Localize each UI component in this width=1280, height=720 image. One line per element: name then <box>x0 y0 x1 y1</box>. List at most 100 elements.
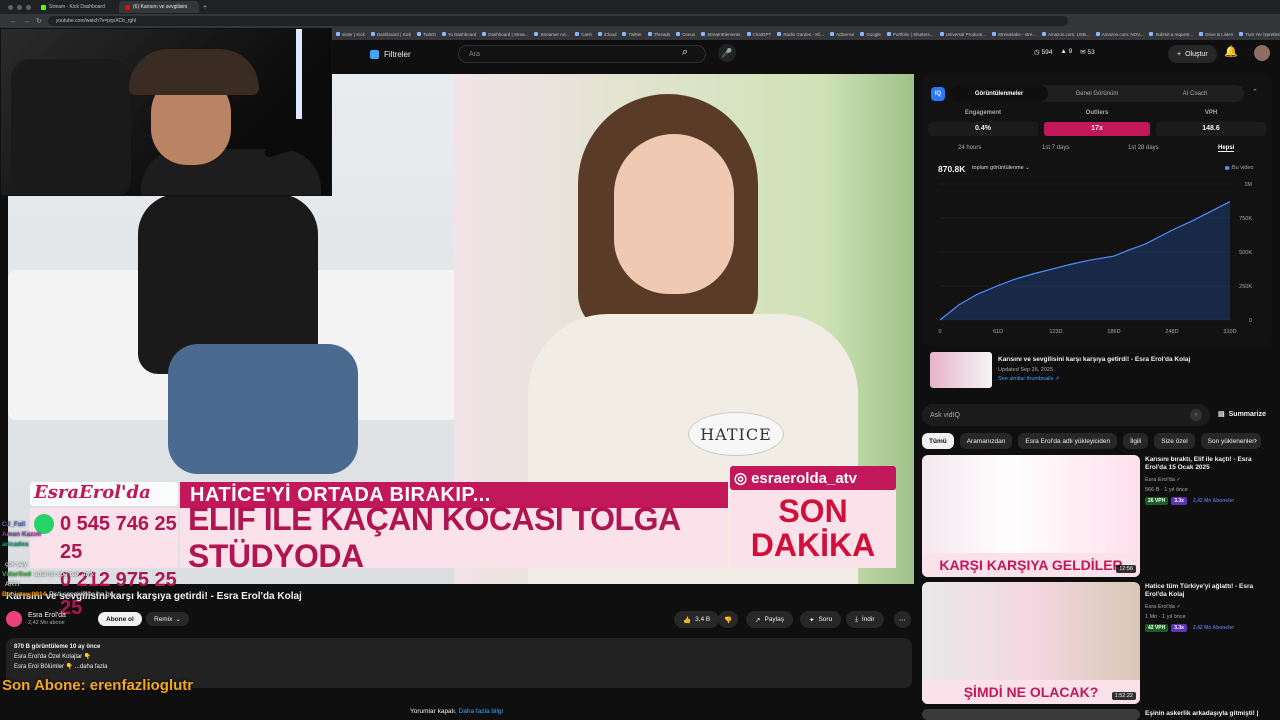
bookmark-item[interactable]: Portfolio | Shutters... <box>886 32 934 37</box>
like-button[interactable]: 👍 3,4 B <box>674 611 720 628</box>
reload-icon[interactable]: ↻ <box>36 17 42 25</box>
related-meta: 1 Mn · 1 yıl önce <box>1145 614 1186 620</box>
bookmark-item[interactable]: Drive & Listen <box>1199 32 1233 37</box>
range-all[interactable]: Hepsi <box>1218 145 1235 152</box>
bookmark-item[interactable]: Streamer Ad... <box>534 32 569 37</box>
filter-chip[interactable]: Son yüklenenler <box>1200 433 1262 449</box>
related-title[interactable]: Karısını bıraktı, Elif ile kaçtı! - Esra… <box>1145 456 1273 472</box>
forward-icon[interactable]: → <box>23 18 30 25</box>
bookmark-item[interactable]: ChatGPT <box>746 32 771 37</box>
bookmark-item[interactable]: Yo Dashboard <box>441 32 476 37</box>
more-info-link[interactable]: Daha fazla bilgi <box>459 708 503 715</box>
microphone-icon[interactable]: 🎤 <box>718 44 736 62</box>
related-thumbnail[interactable] <box>922 709 1140 720</box>
related-channel[interactable]: Esra Erol'da ✓ <box>1145 477 1181 483</box>
header-stats: ◷ 594 ▲ 9 ✉ 53 <box>1034 48 1095 56</box>
filter-chip[interactable]: Tümü <box>922 433 954 449</box>
channel-name[interactable]: Esra Erol'da <box>28 612 66 620</box>
bookmark-item[interactable]: Oceus <box>676 32 695 37</box>
bookmark-item[interactable]: Universal Producti... <box>939 32 986 37</box>
bookmark-favicon-icon <box>860 32 865 36</box>
download-label: İndir <box>861 616 875 623</box>
bookmark-item[interactable]: Dashboard | Strea... <box>482 32 528 37</box>
tab-ai-coach[interactable]: AI Coach <box>1146 85 1244 102</box>
bookmark-item[interactable]: Amazon.com: NOV... <box>1095 32 1143 37</box>
browser-tab-youtube[interactable]: (6) Karısını ve sevgilisini <box>119 1 199 13</box>
range-7d[interactable]: 1st 7 days <box>1042 145 1069 151</box>
bookmark-favicon-icon <box>830 32 835 36</box>
bookmark-item[interactable]: sister | Kick <box>336 32 365 37</box>
summarize-button[interactable]: ▤ Summarize <box>1218 410 1266 419</box>
search-icon[interactable]: ⌕ <box>682 46 688 59</box>
bookmark-label: Twitter <box>628 31 642 37</box>
guest-woman-face <box>614 134 734 294</box>
more-actions-icon[interactable]: ⋯ <box>894 611 911 628</box>
bookmark-label: Streamer Ad... <box>540 31 570 37</box>
related-thumbnail[interactable]: KARŞI KARŞIYA GELDİLER 12:56 <box>922 455 1140 577</box>
bookmark-item[interactable]: Twitch <box>417 32 436 37</box>
filter-chip[interactable]: Esra Erol'da adlı yükleyiciden <box>1018 433 1118 449</box>
channel-avatar[interactable] <box>6 611 22 627</box>
chevron-right-icon[interactable]: › <box>1254 435 1257 445</box>
bookmark-item[interactable]: iCloud <box>597 32 616 37</box>
share-button[interactable]: ↗ Paylaş <box>746 611 793 628</box>
bookmark-label: Amazon.com: USB... <box>1047 31 1090 37</box>
bookmark-item[interactable]: Twitter <box>622 31 642 37</box>
back-icon[interactable]: ← <box>10 18 17 25</box>
browser-tab-kick[interactable]: Stream - Kick Dashboard <box>35 1 115 13</box>
notifications-bell-icon[interactable]: 🔔 <box>1224 45 1238 58</box>
collapse-chevron-icon[interactable]: ⌃ <box>1252 88 1258 96</box>
bookmark-label: Dashboard | Strea... <box>488 31 529 37</box>
filter-chip[interactable]: İlgili <box>1123 433 1149 449</box>
bookmark-item[interactable]: AdSense <box>830 32 854 37</box>
search-input[interactable]: Ara <box>458 45 706 63</box>
create-button[interactable]: + Oluştur <box>1168 45 1217 63</box>
bookmark-item[interactable]: Canlı <box>575 32 592 37</box>
window-minimize-dot[interactable] <box>17 4 22 10</box>
related-title[interactable]: Eşinin askerlik arkadaşıyla gitmişti! | <box>1145 710 1273 718</box>
view-date-meta: 870 B görüntüleme 10 ay önce <box>14 644 101 650</box>
metric-select[interactable]: toplam görüntülenme ⌄ <box>972 165 1030 171</box>
filter-chip[interactable]: Aramanızdan <box>959 433 1013 449</box>
bookmark-item[interactable]: Google <box>860 32 881 37</box>
subscribe-button[interactable]: Abone ol <box>98 612 142 626</box>
bookmark-item[interactable]: StreamElements <box>701 32 741 37</box>
bookmark-label: Threads <box>653 31 671 37</box>
multiplier-tag: 3.3x <box>1171 624 1187 632</box>
tab-overview[interactable]: Genel Görünüm <box>1048 85 1146 102</box>
x-tick-label: 248D <box>1165 329 1178 335</box>
tab-views[interactable]: Görüntülenmeler <box>950 85 1048 102</box>
send-icon[interactable]: › <box>1190 409 1202 421</box>
bookmark-item[interactable]: Submit a request... <box>1149 32 1193 37</box>
filter-chip[interactable]: Size özel <box>1154 433 1195 449</box>
bookmark-item[interactable]: Dashboard | Kick <box>370 31 412 37</box>
range-28d[interactable]: 1st 28 days <box>1128 145 1159 151</box>
bookmark-item[interactable]: Radio Garden - Kli... <box>777 32 824 37</box>
current-video-thumbnail[interactable] <box>930 352 992 388</box>
related-title[interactable]: Hatice tüm Türkiye'yi ağlattı! - Esra Er… <box>1145 583 1273 599</box>
new-tab-icon[interactable]: + <box>203 4 207 11</box>
similar-thumbnails-link[interactable]: See similar thumbnails ↗ <box>998 376 1059 382</box>
ask-vidiq-input[interactable]: Ask vidIQ <box>922 404 1210 426</box>
bookmark-label: AdSense <box>836 31 855 37</box>
range-24h[interactable]: 24 hours <box>958 145 981 151</box>
bookmark-favicon-icon <box>482 32 487 36</box>
download-button[interactable]: ⤓ İndir <box>846 611 884 628</box>
window-close-dot[interactable] <box>8 4 13 10</box>
related-thumbnail[interactable]: ŞİMDİ NE OLACAK? 1:52:22 <box>922 582 1140 704</box>
ask-button[interactable]: ✦ Soru <box>800 611 842 628</box>
bookmark-item[interactable]: Streamlabs - stre... <box>991 32 1036 37</box>
window-maximize-dot[interactable] <box>26 4 31 10</box>
bookmark-item[interactable]: Threads <box>647 31 671 37</box>
remix-button[interactable]: Remix ⌄ <box>146 612 189 626</box>
bookmark-label: Dashboard | Kick <box>376 31 412 37</box>
url-input[interactable]: youtube.com/watch?v=pqvXCb_rghI <box>47 16 1068 26</box>
related-channel[interactable]: Esra Erol'da ✓ <box>1145 604 1181 610</box>
bookmark-item[interactable]: Amazon.com: USB... <box>1041 31 1090 37</box>
user-avatar[interactable] <box>1254 45 1270 61</box>
dislike-button[interactable]: 👎 <box>718 611 739 628</box>
filters-button[interactable]: Filtreler <box>370 46 411 62</box>
bookmark-item[interactable]: Tüm Yer İşaretleri <box>1239 32 1280 37</box>
subs-tag: 2,42 Mn Aboneler <box>1192 498 1235 504</box>
x-tick-label: 61D <box>993 329 1003 335</box>
